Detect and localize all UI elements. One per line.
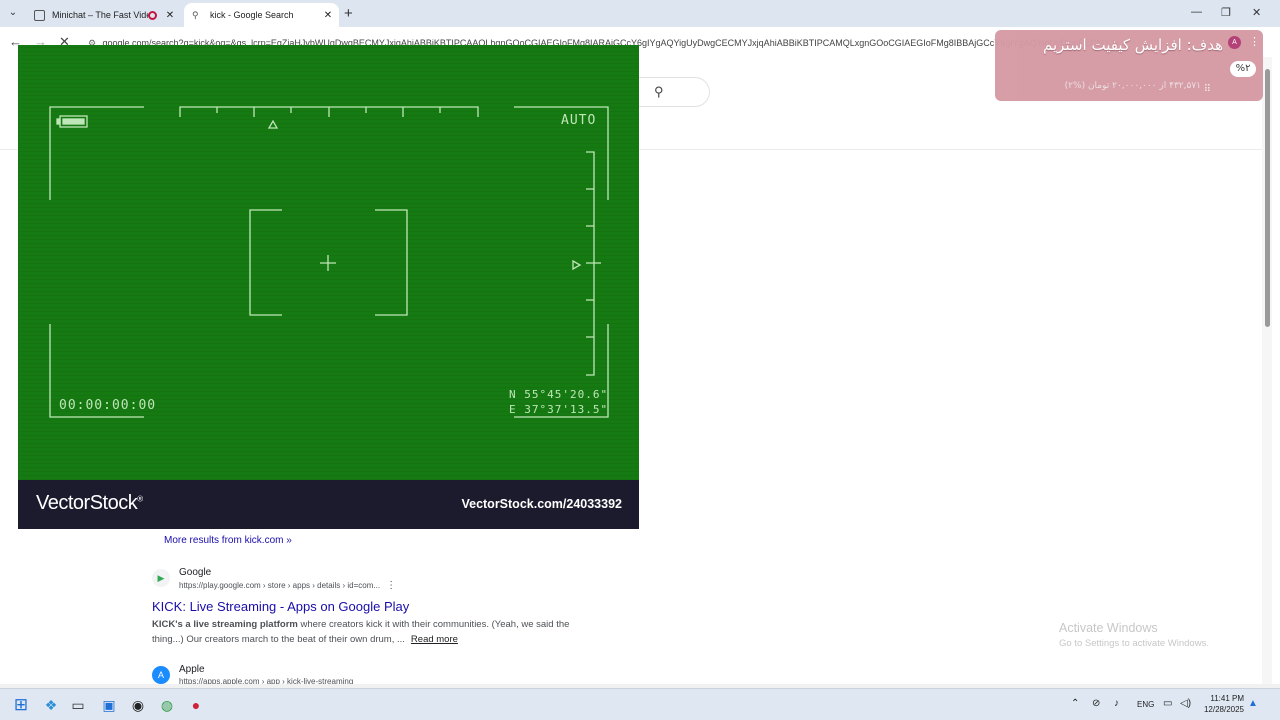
activate-line2: Go to Settings to activate Windows. xyxy=(1059,638,1209,649)
brand-name: VectorStock xyxy=(36,492,138,514)
system-clock[interactable]: 11:41 PM 12/28/2025 xyxy=(1204,693,1244,715)
activate-line1: Activate Windows xyxy=(1059,621,1158,635)
search-icon[interactable]: ⚲ xyxy=(654,84,664,100)
vectorstock-logo: VectorStock® xyxy=(36,492,143,515)
source-name: Apple xyxy=(179,664,205,675)
browser-tab-bar: ⌄ Minichat – The Fast Video C ✕ ⚲ kick -… xyxy=(0,0,1280,27)
result-snippet: KICK's a live streaming platform where c… xyxy=(152,617,572,647)
new-tab-button[interactable]: + xyxy=(344,5,353,22)
donation-goal-overlay: هدف: افزایش کیفیت استریم A ⋮ %۲ ⠿ ۴۳۲,۵۷… xyxy=(995,30,1263,101)
goal-percent-badge: %۲ xyxy=(1230,61,1256,77)
chrome-icon[interactable]: ◍ xyxy=(156,694,178,716)
tab-search-chevron-icon[interactable]: ⌄ xyxy=(6,7,20,21)
source-url: https://play.google.com › store › apps ›… xyxy=(179,581,381,590)
more-options-icon[interactable]: ⋮ xyxy=(386,580,396,591)
focus-bracket xyxy=(375,209,408,316)
menu-kebab-icon[interactable]: ⋮ xyxy=(1249,35,1260,48)
close-tab-icon[interactable]: ✕ xyxy=(321,10,335,21)
google-favicon-icon: ⚲ xyxy=(192,9,199,20)
hud-top-marker xyxy=(267,119,279,129)
coord-east: E 37°37'13.5" xyxy=(509,403,609,416)
video-overlay[interactable]: AUTO 00:00:00:00 N 55°45'20.6" E 37°37'1… xyxy=(18,45,639,529)
result-source[interactable]: ▶ Google https://play.google.com › store… xyxy=(152,567,572,595)
scrollbar-thumb[interactable] xyxy=(1265,69,1270,327)
focus-bracket xyxy=(249,209,282,316)
avatar[interactable]: A xyxy=(1228,36,1241,49)
close-tab-icon[interactable]: ✕ xyxy=(163,10,177,21)
tab-title: Minichat – The Fast Video C xyxy=(52,10,148,20)
file-explorer-icon[interactable]: ▭ xyxy=(67,694,89,716)
display-icon[interactable]: ▭ xyxy=(1163,698,1172,709)
tab-minichat[interactable]: Minichat – The Fast Video C ✕ xyxy=(26,3,181,27)
app-store-icon: A xyxy=(152,666,170,684)
activate-windows-watermark: Activate Windows Go to Settings to activ… xyxy=(1059,621,1209,649)
google-play-icon: ▶ xyxy=(152,569,170,587)
timecode: 00:00:00:00 xyxy=(59,398,157,413)
source-name: Google xyxy=(179,567,212,578)
clock-date: 12/28/2025 xyxy=(1203,705,1244,714)
recorder-app-icon[interactable]: ● xyxy=(185,694,207,716)
store-icon[interactable]: ▣ xyxy=(98,694,120,716)
vertical-scrollbar[interactable] xyxy=(1262,57,1272,684)
windows-taskbar: ⊞ ❖ ▭ ▣ ◉ ◍ ● ⌃ ⊘ ♪ ENG ▭ ◁) 11:41 PM 12… xyxy=(0,688,1280,720)
auto-label: AUTO xyxy=(561,113,597,128)
result-title-link[interactable]: KICK: Live Streaming - Apps on Google Pl… xyxy=(152,599,409,614)
network-off-icon[interactable]: ⊘ xyxy=(1092,698,1100,709)
goal-title: هدف: افزایش کیفیت استریم xyxy=(1043,36,1223,54)
microphone-icon[interactable]: ♪ xyxy=(1114,698,1119,709)
vectorstock-url: VectorStock.com/24033392 xyxy=(461,497,622,511)
more-results-link[interactable]: More results from kick.com » xyxy=(164,535,292,546)
windows-start-icon[interactable]: ⊞ xyxy=(10,694,32,716)
read-more-link[interactable]: Read more xyxy=(411,634,458,645)
widgets-icon[interactable]: ❖ xyxy=(40,694,62,716)
recording-icon xyxy=(148,10,157,20)
show-hidden-icons-icon[interactable]: ⌃ xyxy=(1071,698,1079,709)
brand-mark: ® xyxy=(137,494,143,504)
volume-icon[interactable]: ◁) xyxy=(1180,698,1191,709)
source-url-row: https://play.google.com › store › apps ›… xyxy=(179,580,396,591)
close-window-button[interactable]: ✕ xyxy=(1252,6,1261,19)
obs-icon[interactable]: ◉ xyxy=(127,694,149,716)
coord-north: N 55°45'20.6" xyxy=(509,388,609,401)
snippet-bold: KICK's a live streaming platform xyxy=(152,619,298,630)
tab-google-search[interactable]: ⚲ kick - Google Search ✕ xyxy=(184,3,339,27)
goal-progress-text: ۴۳۲,۵۷۱ از ۲۰,۰۰۰,۰۰۰ تومان (%۲) xyxy=(1064,81,1201,91)
tab-title: kick - Google Search xyxy=(210,10,294,20)
minimize-button[interactable]: — xyxy=(1191,6,1202,18)
language-indicator[interactable]: ENG xyxy=(1137,700,1154,709)
crosshair xyxy=(320,255,336,271)
notification-bell-icon[interactable]: ▲ xyxy=(1248,698,1258,709)
clock-time: 11:41 PM xyxy=(1210,694,1244,703)
maximize-button[interactable]: ❐ xyxy=(1221,6,1231,19)
apps-grid-icon[interactable]: ⠿ xyxy=(1204,84,1211,95)
minichat-favicon-icon xyxy=(34,9,45,21)
vectorstock-banner: VectorStock® VectorStock.com/24033392 xyxy=(18,480,639,529)
hud-right-marker xyxy=(572,259,582,271)
